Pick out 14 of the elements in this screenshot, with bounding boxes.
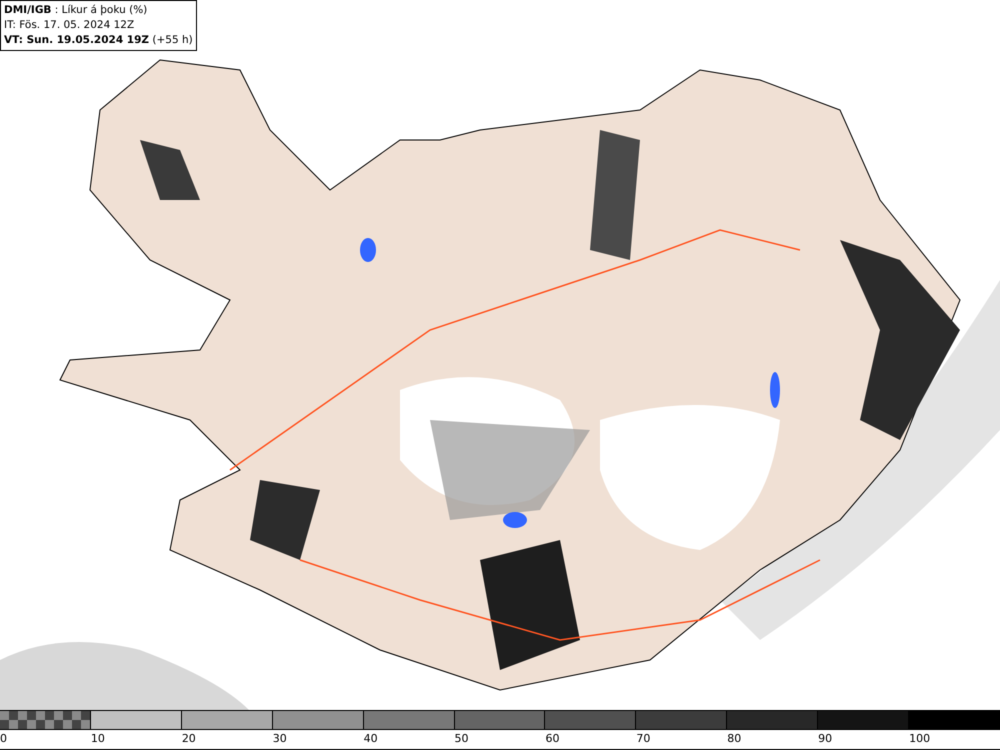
legend-label: 50 bbox=[454, 731, 469, 747]
legend-label: 40 bbox=[364, 731, 378, 747]
legend-label: 70 bbox=[636, 731, 650, 747]
legend-label: 90 bbox=[818, 731, 832, 747]
legend-label: 0 bbox=[0, 731, 7, 747]
legend-label: 80 bbox=[727, 731, 742, 747]
legend-label: 10 bbox=[90, 731, 105, 747]
legend-label: 60 bbox=[545, 731, 560, 747]
legend-label: 30 bbox=[272, 731, 287, 747]
map-title: DMI/IGB : Líkur á þoku (%) bbox=[4, 3, 148, 18]
issue-time: IT: Fös. 17. 05. 2024 12Z bbox=[4, 18, 136, 33]
legend-label: 20 bbox=[182, 731, 196, 747]
legend-label: 100 bbox=[909, 731, 930, 747]
valid-time: VT: Sun. 19.05.2024 19Z (+55 h) bbox=[4, 33, 193, 48]
